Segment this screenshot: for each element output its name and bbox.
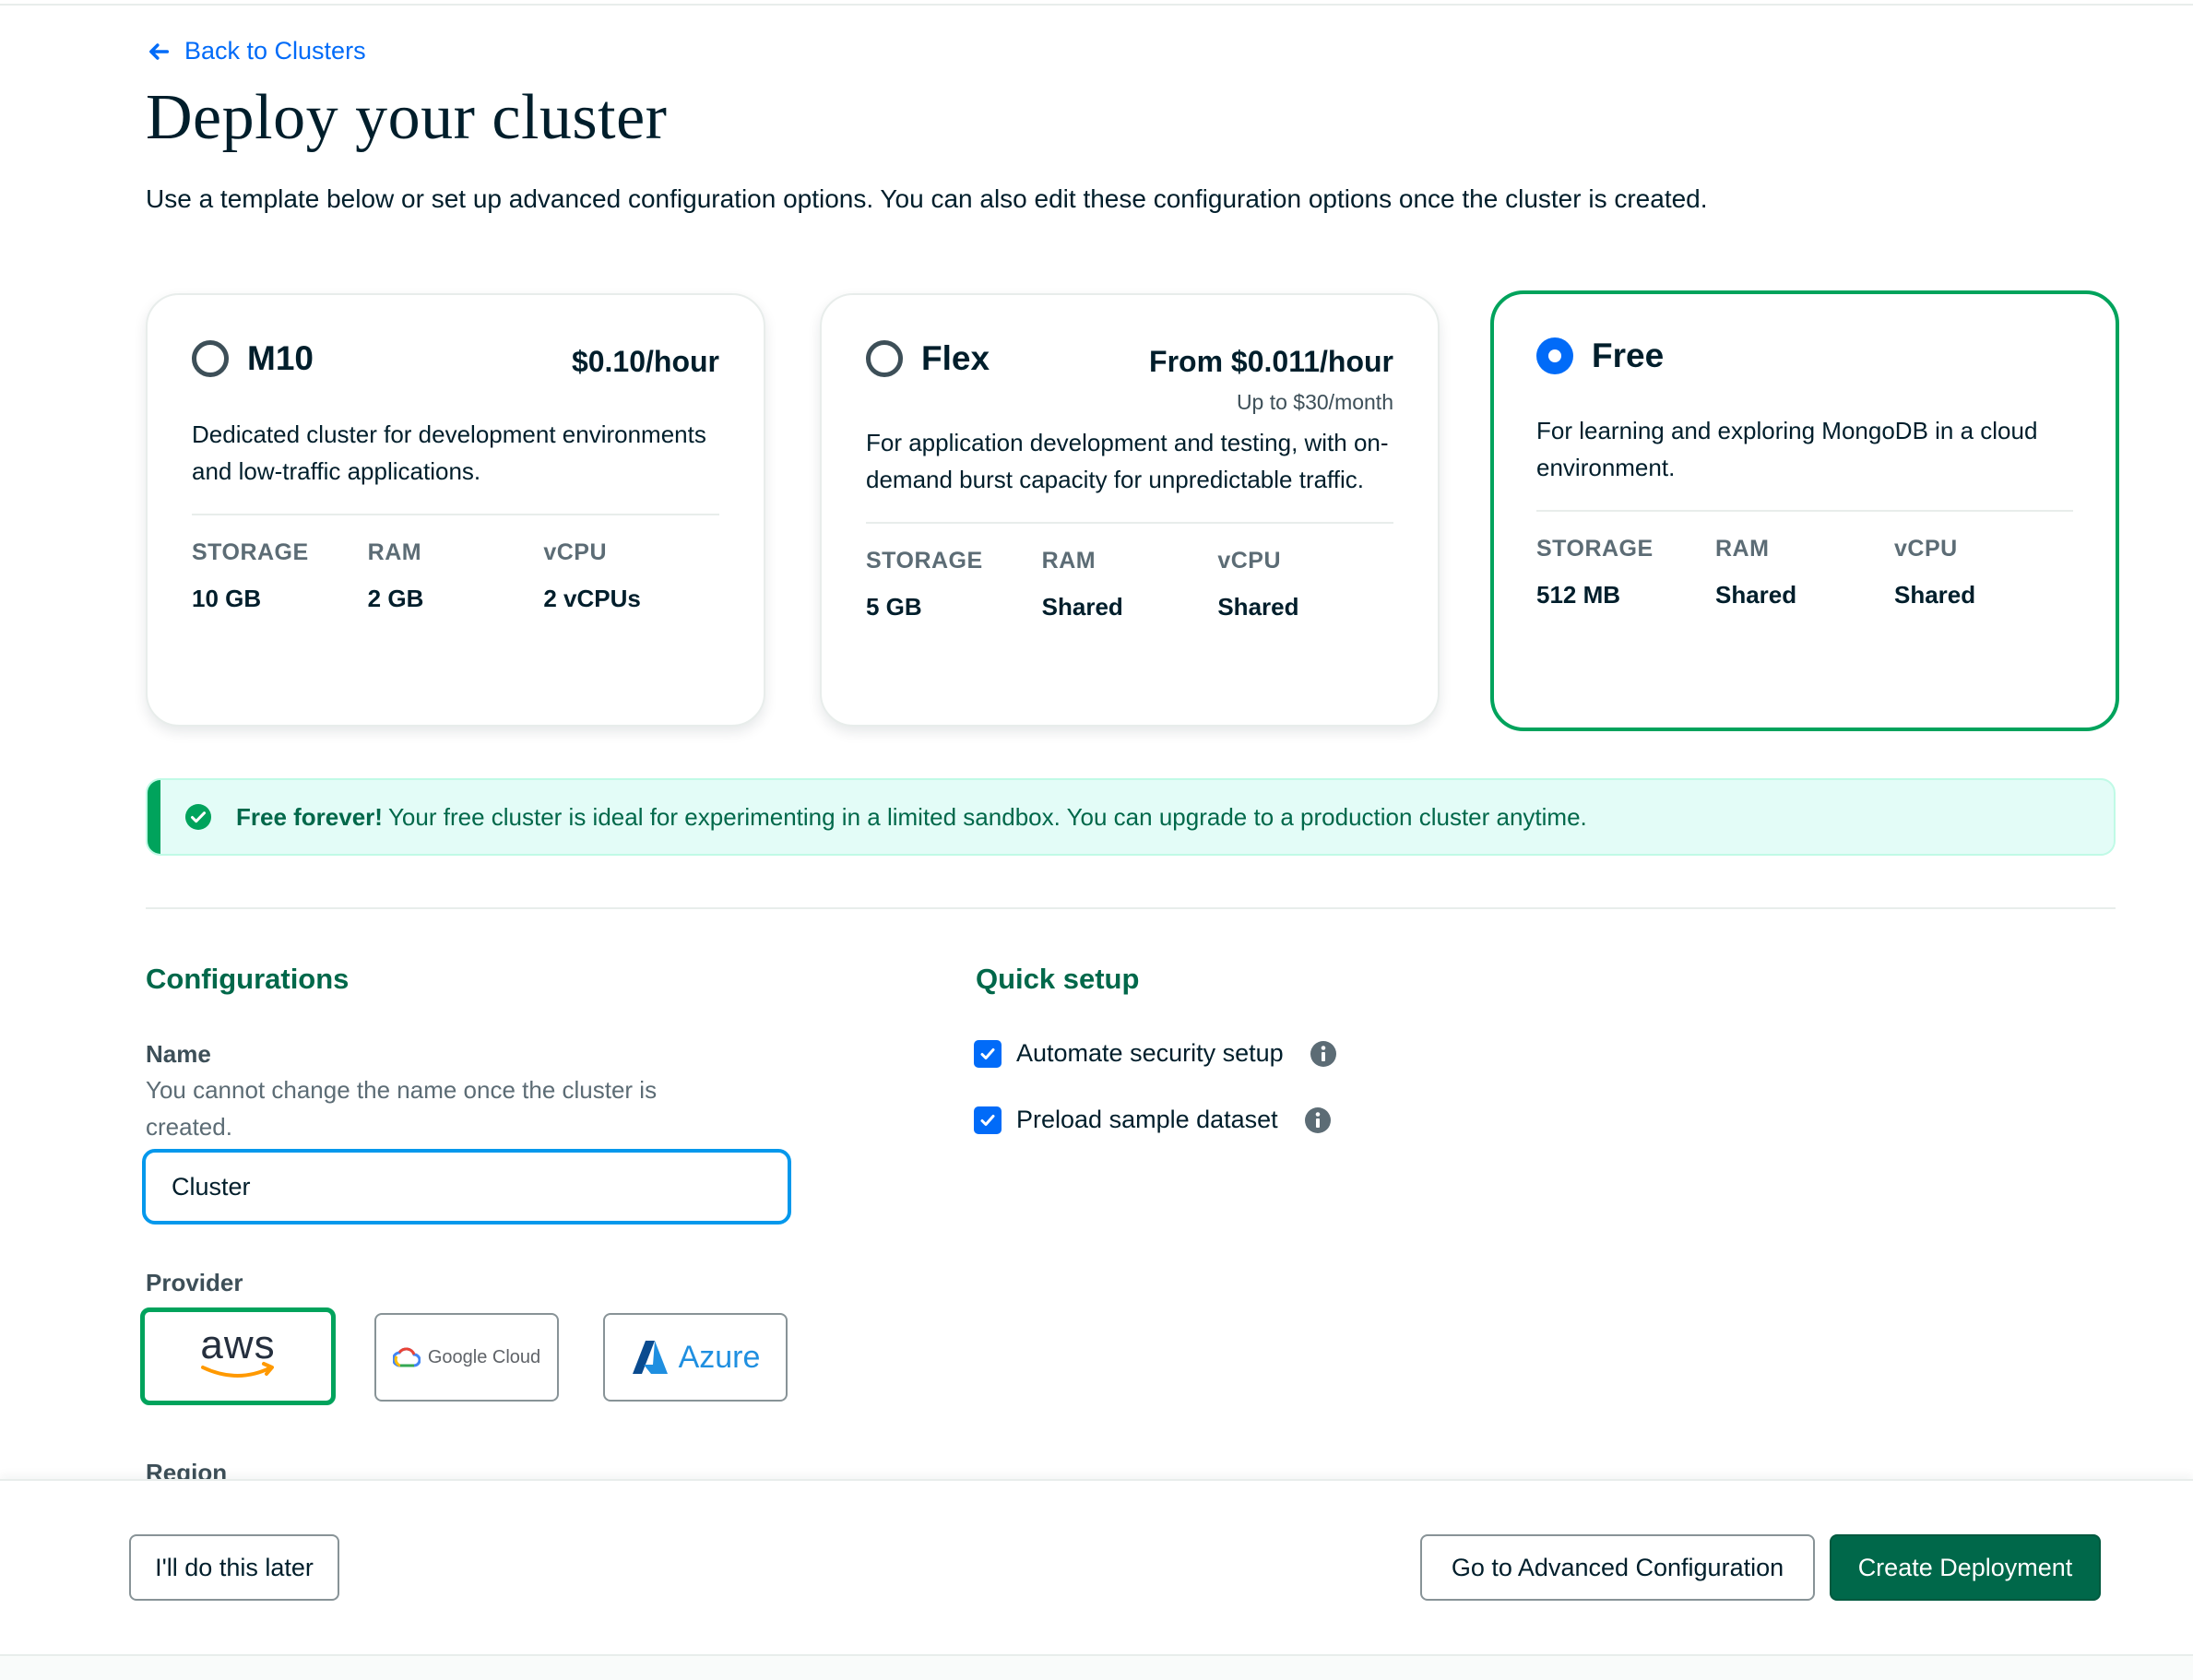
- provider-google-cloud[interactable]: Google Cloud: [374, 1313, 559, 1402]
- spec-value: Shared: [1217, 593, 1299, 621]
- name-label: Name: [146, 1040, 211, 1068]
- provider-aws[interactable]: aws: [140, 1307, 336, 1405]
- spec-value: 2 vCPUs: [543, 585, 641, 612]
- provider-label: Provider: [146, 1269, 243, 1296]
- arrow-left-icon: [149, 42, 170, 60]
- tier-specs: STORAGE 512 MB RAM Shared vCPU Shared: [1536, 536, 2073, 609]
- tier-card-free[interactable]: Free For learning and exploring MongoDB …: [1490, 290, 2119, 731]
- spec-label: RAM: [1715, 536, 1770, 562]
- tier-specs: STORAGE 10 GB RAM 2 GB vCPU 2 vCPUs: [192, 539, 719, 613]
- spec-label: vCPU: [543, 539, 608, 565]
- automate-security-checkbox[interactable]: [974, 1039, 1002, 1068]
- spec-ram: RAM 2 GB: [368, 539, 544, 613]
- create-deployment-button[interactable]: Create Deployment: [1830, 1534, 2101, 1601]
- cluster-name-input[interactable]: [142, 1149, 791, 1225]
- provider-azure[interactable]: Azure: [603, 1313, 788, 1402]
- spec-label: RAM: [367, 539, 422, 565]
- quick-setup-title: Quick setup: [976, 963, 1140, 995]
- footer-underlay: [0, 1654, 2193, 1680]
- spec-storage: STORAGE 10 GB: [192, 539, 368, 613]
- azure-logo: [632, 1341, 668, 1374]
- card-divider: [866, 522, 1393, 524]
- tier-description: Dedicated cluster for development enviro…: [192, 420, 706, 485]
- preload-dataset-option: Preload sample dataset: [974, 1106, 1332, 1134]
- spec-vcpu: vCPU 2 vCPUs: [543, 539, 719, 613]
- spec-value: Shared: [1894, 581, 1976, 609]
- preload-dataset-checkbox[interactable]: [974, 1106, 1002, 1134]
- spec-label: STORAGE: [866, 548, 983, 574]
- tier-specs: STORAGE 5 GB RAM Shared vCPU Shared: [866, 548, 1393, 621]
- info-icon[interactable]: [1304, 1106, 1332, 1134]
- tier-description: For learning and exploring MongoDB in a …: [1536, 417, 2038, 481]
- spec-label: STORAGE: [1536, 536, 1654, 562]
- aws-logo-text: aws: [200, 1327, 275, 1367]
- footer-bar: I'll do this later Go to Advanced Config…: [0, 1479, 2193, 1654]
- tier-card-flex[interactable]: Flex From $0.011/hour Up to $30/month Fo…: [820, 293, 1440, 727]
- tier-price: $0.10/hour: [571, 345, 719, 378]
- spec-value: Shared: [1041, 593, 1123, 621]
- tier-radio-flex[interactable]: [866, 340, 903, 377]
- back-link-label: Back to Clusters: [184, 37, 366, 65]
- spec-value: 5 GB: [866, 593, 922, 621]
- spec-label: STORAGE: [192, 539, 309, 565]
- free-forever-banner: Free forever! Your free cluster is ideal…: [146, 778, 2116, 856]
- card-divider: [1536, 510, 2073, 512]
- spec-ram: RAM Shared: [1042, 548, 1218, 621]
- automate-security-label: Automate security setup: [1016, 1039, 1284, 1067]
- google-cloud-label: Google Cloud: [427, 1346, 541, 1367]
- spec-storage: STORAGE 5 GB: [866, 548, 1042, 621]
- spec-storage: STORAGE 512 MB: [1536, 536, 1715, 609]
- checkmark-icon: [980, 1114, 995, 1126]
- google-cloud-logo: [392, 1347, 421, 1367]
- advanced-configuration-button[interactable]: Go to Advanced Configuration: [1420, 1534, 1815, 1601]
- tier-radio-free[interactable]: [1536, 337, 1573, 374]
- check-circle-icon: [185, 804, 211, 830]
- checkmark-icon: [980, 1047, 995, 1059]
- automate-security-option: Automate security setup: [974, 1039, 1337, 1068]
- info-icon[interactable]: [1310, 1040, 1337, 1068]
- tier-name: Flex: [921, 339, 990, 377]
- tier-price: From $0.011/hour: [1149, 345, 1393, 378]
- spec-value: 512 MB: [1536, 581, 1621, 609]
- tier-name: Free: [1592, 337, 1665, 374]
- spec-value: 2 GB: [367, 585, 424, 612]
- top-divider: [0, 4, 2193, 6]
- spec-label: vCPU: [1894, 536, 1958, 562]
- tier-name: M10: [247, 339, 314, 377]
- spec-ram: RAM Shared: [1715, 536, 1894, 609]
- section-divider: [146, 907, 2116, 909]
- banner-strong: Free forever!: [236, 802, 383, 831]
- name-help-text: You cannot change the name once the clus…: [146, 1076, 658, 1141]
- back-to-clusters-link[interactable]: Back to Clusters: [146, 37, 366, 65]
- spec-label: RAM: [1041, 548, 1096, 574]
- spec-label: vCPU: [1217, 548, 1282, 574]
- preload-dataset-label: Preload sample dataset: [1016, 1106, 1278, 1133]
- tier-card-m10[interactable]: M10 $0.10/hour Dedicated cluster for dev…: [146, 293, 765, 727]
- azure-label: Azure: [678, 1339, 761, 1375]
- banner-text: Your free cluster is ideal for experimen…: [387, 802, 1587, 831]
- aws-logo: aws: [200, 1327, 275, 1378]
- card-divider: [192, 514, 719, 515]
- tier-price-sub: Up to $30/month: [1236, 390, 1393, 414]
- spec-value: 10 GB: [192, 585, 262, 612]
- tier-description: For application development and testing,…: [866, 429, 1389, 493]
- spec-vcpu: vCPU Shared: [1217, 548, 1393, 621]
- configurations-title: Configurations: [146, 963, 350, 995]
- do-this-later-button[interactable]: I'll do this later: [129, 1534, 339, 1601]
- spec-value: Shared: [1715, 581, 1797, 609]
- spec-vcpu: vCPU Shared: [1894, 536, 2073, 609]
- page-subtitle: Use a template below or set up advanced …: [146, 184, 1708, 213]
- tier-radio-m10[interactable]: [192, 340, 229, 377]
- page-title: Deploy your cluster: [146, 82, 668, 153]
